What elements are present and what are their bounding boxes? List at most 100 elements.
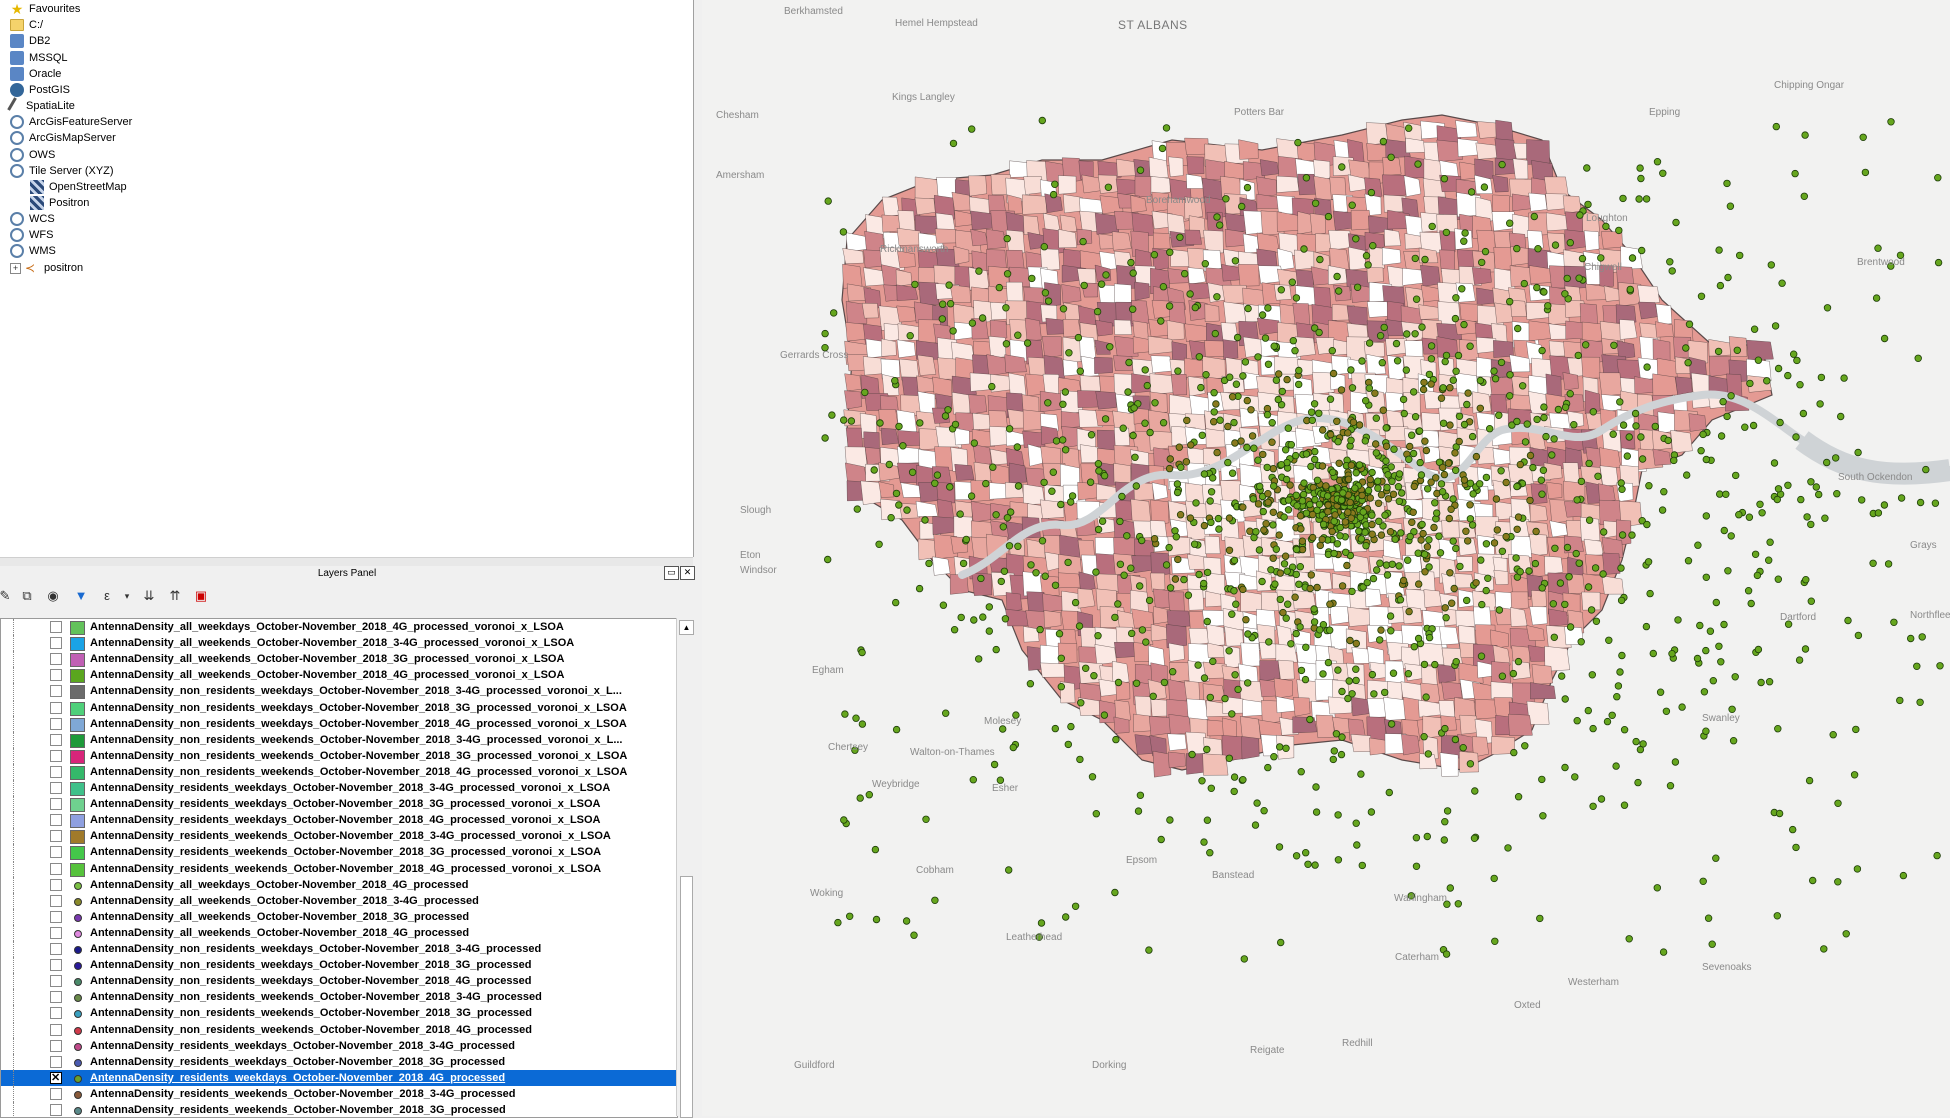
layer-visibility-checkbox[interactable]	[50, 975, 62, 988]
layer-row[interactable]: AntennaDensity_non_residents_weekends_Oc…	[1, 763, 677, 780]
layer-row[interactable]: AntennaDensity_non_residents_weekends_Oc…	[1, 1005, 677, 1022]
layer-row[interactable]: AntennaDensity_residents_weekdays_Octobe…	[1, 812, 677, 829]
layer-visibility-checkbox[interactable]	[50, 943, 62, 955]
layer-visibility-checkbox[interactable]	[50, 1039, 62, 1052]
layer-row[interactable]: AntennaDensity_all_weekends_October-Nove…	[1, 924, 677, 941]
layer-name: AntennaDensity_residents_weekdays_Octobe…	[90, 782, 611, 794]
layer-row[interactable]: AntennaDensity_non_residents_weekdays_Oc…	[1, 715, 677, 732]
layer-row[interactable]: AntennaDensity_non_residents_weekdays_Oc…	[1, 973, 677, 990]
add-group-icon[interactable]: ⧉	[18, 587, 36, 605]
browser-item[interactable]: PostGIS	[10, 82, 70, 98]
layer-row[interactable]: AntennaDensity_residents_weekdays_Octobe…	[1, 1069, 677, 1086]
expand-icon[interactable]: +	[10, 262, 21, 274]
layer-visibility-checkbox[interactable]	[50, 1087, 62, 1100]
layer-row[interactable]: AntennaDensity_residents_weekdays_Octobe…	[1, 796, 677, 813]
browser-item[interactable]: + ≺ positron	[10, 260, 83, 276]
layer-visibility-checkbox[interactable]	[50, 862, 62, 875]
layer-visibility-checkbox[interactable]	[50, 701, 62, 714]
layer-visibility-checkbox[interactable]	[50, 669, 62, 682]
layer-row[interactable]: AntennaDensity_all_weekends_October-Nove…	[1, 651, 677, 668]
antenna-point	[1754, 356, 1763, 364]
layer-row[interactable]: AntennaDensity_all_weekdays_October-Nove…	[1, 619, 677, 635]
layer-row[interactable]: AntennaDensity_all_weekends_October-Nove…	[1, 667, 677, 684]
browser-item[interactable]: WMS	[10, 243, 56, 259]
layer-visibility-checkbox[interactable]	[50, 959, 62, 972]
layer-row[interactable]: AntennaDensity_all_weekends_October-Nove…	[1, 892, 677, 909]
browser-item[interactable]: WFS	[10, 227, 53, 243]
layer-row[interactable]: AntennaDensity_non_residents_weekends_Oc…	[1, 1021, 677, 1038]
float-panel-button[interactable]: ▭	[664, 566, 679, 580]
layer-row[interactable]: AntennaDensity_all_weekends_October-Nove…	[1, 908, 677, 925]
layer-visibility-checkbox[interactable]	[50, 685, 62, 698]
layer-row[interactable]: AntennaDensity_non_residents_weekdays_Oc…	[1, 941, 677, 957]
layer-visibility-checkbox[interactable]	[50, 782, 62, 794]
filter-icon[interactable]: ▼	[72, 587, 90, 605]
collapse-all-icon[interactable]: ⇈	[166, 587, 184, 605]
layer-visibility-checkbox[interactable]	[50, 830, 62, 843]
layer-visibility-checkbox[interactable]	[50, 653, 62, 666]
antenna-point	[1344, 475, 1353, 483]
lsoa-polygon	[1206, 623, 1225, 647]
filter-expression-icon[interactable]: ε	[98, 587, 116, 605]
browser-item[interactable]: WCS	[10, 211, 55, 227]
layer-row[interactable]: AntennaDensity_residents_weekdays_Octobe…	[1, 780, 677, 796]
layer-visibility-checkbox[interactable]	[50, 749, 62, 762]
browser-item[interactable]: ArcGisMapServer	[10, 130, 116, 146]
layer-row[interactable]: AntennaDensity_residents_weekdays_Octobe…	[1, 1037, 677, 1054]
layer-row[interactable]: AntennaDensity_non_residents_weekdays_Oc…	[1, 957, 677, 974]
lsoa-polygon	[1095, 391, 1117, 410]
lsoa-polygon	[1223, 301, 1247, 324]
layer-row[interactable]: AntennaDensity_residents_weekends_Octobe…	[1, 828, 677, 845]
expand-all-icon[interactable]: ⇊	[140, 587, 158, 605]
layer-visibility-checkbox[interactable]	[50, 1055, 62, 1068]
browser-item[interactable]: Tile Server (XYZ)	[10, 163, 114, 179]
layer-row[interactable]: AntennaDensity_non_residents_weekends_Oc…	[1, 731, 677, 748]
scrollbar-thumb[interactable]	[680, 876, 693, 1118]
style-icon[interactable]: ✎	[0, 587, 14, 605]
visibility-icon[interactable]: ◉	[44, 587, 62, 605]
layer-visibility-checkbox[interactable]	[50, 878, 62, 891]
browser-item[interactable]: DB2	[10, 33, 50, 49]
layer-row[interactable]: AntennaDensity_non_residents_weekdays_Oc…	[1, 699, 677, 716]
browser-item[interactable]: Positron	[30, 195, 89, 211]
layer-visibility-checkbox[interactable]	[50, 926, 62, 939]
layer-row[interactable]: AntennaDensity_all_weekdays_October-Nove…	[1, 876, 677, 893]
layer-visibility-checkbox[interactable]	[50, 717, 62, 730]
layer-row[interactable]: AntennaDensity_residents_weekdays_Octobe…	[1, 1053, 677, 1070]
layer-row[interactable]: AntennaDensity_residents_weekends_Octobe…	[1, 844, 677, 861]
layer-visibility-checkbox[interactable]	[50, 621, 62, 633]
layer-tree-scrollbar[interactable]: ▲	[676, 618, 694, 1118]
browser-item[interactable]: Oracle	[10, 66, 61, 82]
browser-item[interactable]: C:/	[10, 17, 43, 33]
layer-visibility-checkbox[interactable]	[50, 798, 62, 811]
browser-item[interactable]: ArcGisFeatureServer	[10, 114, 132, 130]
layer-visibility-checkbox[interactable]	[50, 846, 62, 859]
scroll-up-icon[interactable]: ▲	[679, 620, 694, 635]
layer-row[interactable]: AntennaDensity_non_residents_weekends_Oc…	[1, 989, 677, 1006]
layer-row[interactable]: AntennaDensity_non_residents_weekends_Oc…	[1, 747, 677, 764]
browser-item[interactable]: MSSQL	[10, 50, 68, 66]
layer-row[interactable]: AntennaDensity_non_residents_weekdays_Oc…	[1, 683, 677, 700]
layer-visibility-checkbox[interactable]	[50, 1104, 62, 1116]
chevron-down-icon[interactable]: ▾	[118, 587, 136, 605]
layer-visibility-checkbox[interactable]	[50, 765, 62, 778]
close-panel-button[interactable]: ✕	[680, 566, 695, 580]
layer-row[interactable]: AntennaDensity_all_weekends_October-Nove…	[1, 635, 677, 652]
layer-visibility-checkbox[interactable]	[50, 1023, 62, 1036]
layer-visibility-checkbox[interactable]	[50, 991, 62, 1004]
browser-item[interactable]: OWS	[10, 147, 55, 163]
layer-visibility-checkbox[interactable]	[50, 814, 62, 827]
layer-row[interactable]: AntennaDensity_residents_weekends_Octobe…	[1, 1085, 677, 1102]
layer-visibility-checkbox[interactable]	[50, 1007, 62, 1020]
layer-row[interactable]: AntennaDensity_residents_weekends_Octobe…	[1, 860, 677, 877]
layer-visibility-checkbox[interactable]	[50, 894, 62, 907]
browser-item[interactable]: OpenStreetMap	[30, 179, 127, 195]
layer-visibility-checkbox[interactable]	[50, 1071, 62, 1084]
remove-layer-icon[interactable]: ▣	[192, 587, 210, 605]
browser-item[interactable]: SpatiaLite	[7, 97, 75, 115]
map-canvas[interactable]: Berkhamsted Hemel Hempstead ST ALBANS Kings…	[702, 0, 1950, 1116]
layer-visibility-checkbox[interactable]	[50, 637, 62, 650]
layer-visibility-checkbox[interactable]	[50, 910, 62, 923]
browser-item[interactable]: ★ Favourites	[10, 1, 81, 17]
layer-visibility-checkbox[interactable]	[50, 733, 62, 746]
